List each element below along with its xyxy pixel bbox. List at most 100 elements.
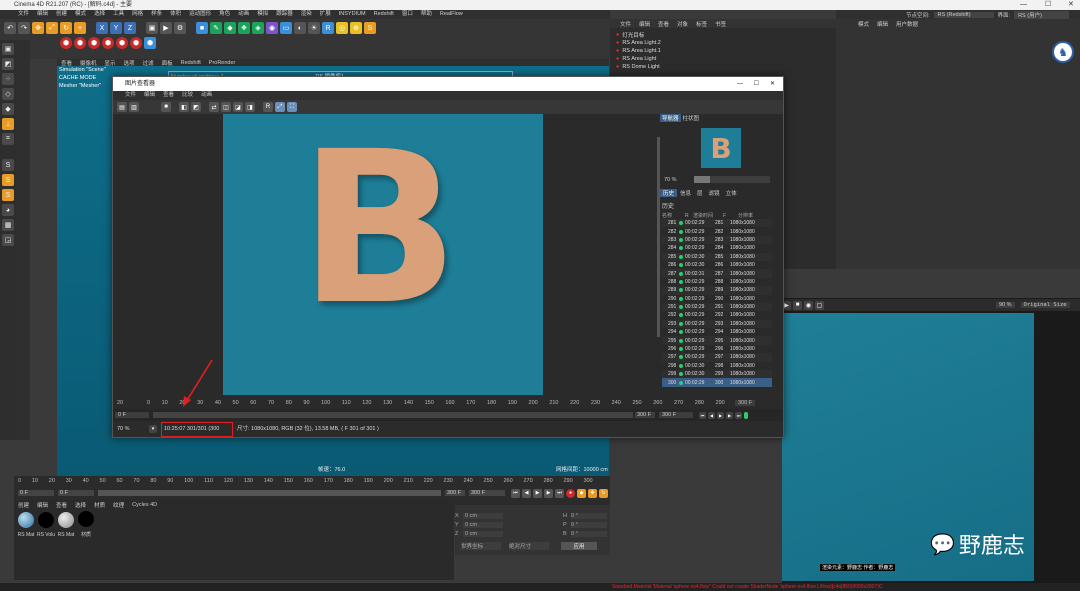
prev-frame-icon[interactable]: ◀ bbox=[522, 488, 531, 498]
history-row[interactable]: 285 00:02:30 285 1080x1080 bbox=[662, 252, 772, 261]
grid-icon[interactable]: ▦ bbox=[2, 219, 14, 231]
sculpt-icon[interactable]: S bbox=[2, 189, 14, 201]
menu-item[interactable]: 工具 bbox=[113, 10, 124, 19]
record-icon[interactable]: ● bbox=[566, 488, 575, 498]
workplane-icon[interactable]: ◲ bbox=[2, 234, 14, 246]
pv-maximize-icon[interactable]: ☐ bbox=[754, 77, 759, 91]
menu-item[interactable]: 网格 bbox=[132, 10, 143, 19]
navigator-thumbnail[interactable]: B bbox=[701, 128, 741, 168]
camera-icon[interactable]: ◐ bbox=[294, 22, 306, 34]
maximize-icon[interactable]: ☐ bbox=[1045, 0, 1051, 10]
attribute-menu-item[interactable]: 用户数据 bbox=[896, 20, 918, 28]
start-frame-field[interactable]: 0 F bbox=[18, 490, 54, 496]
lock-icon[interactable]: S bbox=[2, 159, 14, 171]
pv-goto-end-icon[interactable]: ⏭ bbox=[735, 411, 742, 419]
model-mode-icon[interactable]: ▣ bbox=[2, 43, 14, 55]
menu-item[interactable]: 模式 bbox=[75, 10, 86, 19]
pen-icon[interactable]: ✎ bbox=[210, 22, 222, 34]
zoom-slider-fill[interactable] bbox=[694, 176, 710, 183]
emitter-icon[interactable]: ⬢ bbox=[74, 37, 86, 49]
scene-icon[interactable]: ⬢ bbox=[144, 37, 156, 49]
save-icon[interactable]: ▥ bbox=[129, 102, 139, 112]
menu-item[interactable]: 扩展 bbox=[320, 10, 331, 19]
material-menu-item[interactable]: 查看 bbox=[56, 501, 67, 509]
object-menu-item[interactable]: 书签 bbox=[715, 20, 726, 28]
tab-navigator[interactable]: 导航器 bbox=[660, 114, 681, 122]
pv-end-field-2[interactable]: 300 F bbox=[659, 412, 693, 418]
history-row[interactable]: 295 00:02:29 295 1080x1080 bbox=[662, 336, 772, 345]
ab-compare-icon[interactable]: ◧ bbox=[179, 102, 189, 112]
pv-status-zoom[interactable]: 70 % bbox=[113, 421, 149, 437]
pv-play-icon[interactable]: ▶ bbox=[717, 411, 724, 419]
menu-item[interactable]: 帮助 bbox=[421, 10, 432, 19]
menu-item[interactable]: 窗口 bbox=[402, 10, 413, 19]
move-tool-icon[interactable]: ✥ bbox=[32, 22, 44, 34]
render-size-select[interactable]: Original Size bbox=[1020, 302, 1070, 308]
pv-minimize-icon[interactable]: — bbox=[737, 77, 743, 91]
pv-menu-item[interactable]: 查看 bbox=[163, 91, 174, 100]
attribute-menu-item[interactable]: 模式 bbox=[858, 20, 869, 28]
interface-select[interactable]: RS (用户) bbox=[1014, 10, 1070, 19]
history-row[interactable]: 293 00:02:29 293 1080x1080 bbox=[662, 319, 772, 329]
pv-goto-start-icon[interactable]: ⏮ bbox=[699, 411, 706, 419]
menu-item[interactable]: 体积 bbox=[170, 10, 181, 19]
rgb-icon[interactable]: R bbox=[263, 102, 273, 112]
material-menu-item[interactable]: 编辑 bbox=[37, 501, 48, 509]
attribute-menu-item[interactable]: 编辑 bbox=[877, 20, 888, 28]
material-menu-item[interactable]: Cycles 4D bbox=[132, 502, 157, 508]
light-icon[interactable]: ☀ bbox=[308, 22, 320, 34]
history-row[interactable]: 283 00:02:29 283 1080x1080 bbox=[662, 235, 772, 245]
menu-item[interactable]: 文件 bbox=[18, 10, 29, 19]
rot-p-field[interactable]: 0 ° bbox=[571, 522, 607, 528]
min-frame-field[interactable]: 0 F bbox=[58, 490, 94, 496]
pv-end-field[interactable]: 300 F bbox=[635, 412, 655, 418]
mesher-icon[interactable]: ⬢ bbox=[130, 37, 142, 49]
cube-icon[interactable]: ■ bbox=[196, 22, 208, 34]
target-icon[interactable]: ⊕ bbox=[350, 22, 362, 34]
script-icon[interactable]: S bbox=[364, 22, 376, 34]
history-tab[interactable]: 信息 bbox=[677, 189, 694, 197]
diff-icon[interactable]: ◪ bbox=[233, 102, 243, 112]
minimize-icon[interactable]: — bbox=[1020, 0, 1027, 10]
pv-range-slider[interactable] bbox=[153, 412, 633, 418]
keyframe-rot-icon[interactable]: ↻ bbox=[599, 488, 608, 498]
keyframe-pos-icon[interactable]: ✥ bbox=[588, 488, 597, 498]
render-settings-icon[interactable]: ⚙ bbox=[174, 22, 186, 34]
render-view-icon[interactable]: ▶ bbox=[160, 22, 172, 34]
rot-h-field[interactable]: 0 ° bbox=[571, 513, 607, 519]
pv-stop-icon[interactable]: ■ bbox=[161, 102, 171, 112]
channel-icon[interactable]: ◩ bbox=[191, 102, 201, 112]
render-zoom[interactable]: 90 % bbox=[996, 302, 1015, 308]
pv-prev-icon[interactable]: ◀ bbox=[708, 411, 715, 419]
scale-tool-icon[interactable]: ⤢ bbox=[46, 22, 58, 34]
fit-icon[interactable]: ⤢ bbox=[275, 102, 285, 112]
dynamics-icon[interactable]: ⬢ bbox=[60, 37, 72, 49]
render-region-icon[interactable]: ▣ bbox=[146, 22, 158, 34]
end-frame-field[interactable]: 300 F bbox=[469, 490, 505, 496]
coord-x-field[interactable]: 0 cm bbox=[463, 513, 503, 519]
history-row[interactable]: 287 00:02:31 287 1080x1080 bbox=[662, 269, 772, 278]
texture-mode-icon[interactable]: ◩ bbox=[2, 58, 14, 70]
object-row[interactable]: ● RS Area Light.2 bbox=[616, 39, 836, 47]
history-tab[interactable]: 立体 bbox=[723, 189, 740, 197]
material-item[interactable]: RS Volu bbox=[36, 510, 56, 538]
history-row[interactable]: 290 00:02:29 290 1080x1080 bbox=[662, 295, 772, 303]
layout-select[interactable]: RS (Redshift) bbox=[933, 11, 994, 18]
viewport-menu-item[interactable]: ProRender bbox=[209, 60, 236, 66]
navigator-zoom[interactable]: 70 % bbox=[660, 177, 694, 183]
redo-icon[interactable]: ↷ bbox=[18, 22, 30, 34]
material-menu-item[interactable]: 材质 bbox=[94, 501, 105, 509]
overlay-icon[interactable]: ◨ bbox=[245, 102, 255, 112]
region-icon[interactable]: ▢ bbox=[815, 300, 824, 310]
menu-item[interactable]: 选择 bbox=[94, 10, 105, 19]
viewport-menu-item[interactable]: Redshift bbox=[181, 60, 201, 66]
rotate-tool-icon[interactable]: ↻ bbox=[60, 22, 72, 34]
z-axis-icon[interactable]: Z bbox=[124, 22, 136, 34]
swap-icon[interactable]: ⇄ bbox=[209, 102, 219, 112]
history-row[interactable]: 288 00:02:29 288 1080x1080 bbox=[662, 278, 772, 286]
deformer-icon[interactable]: ◈ bbox=[252, 22, 264, 34]
keyframe-icon[interactable]: ◆ bbox=[577, 488, 586, 498]
collider-icon[interactable]: ⬢ bbox=[88, 37, 100, 49]
undo-icon[interactable]: ↶ bbox=[4, 22, 16, 34]
polygon-mode-icon[interactable]: ◆ bbox=[2, 103, 14, 115]
